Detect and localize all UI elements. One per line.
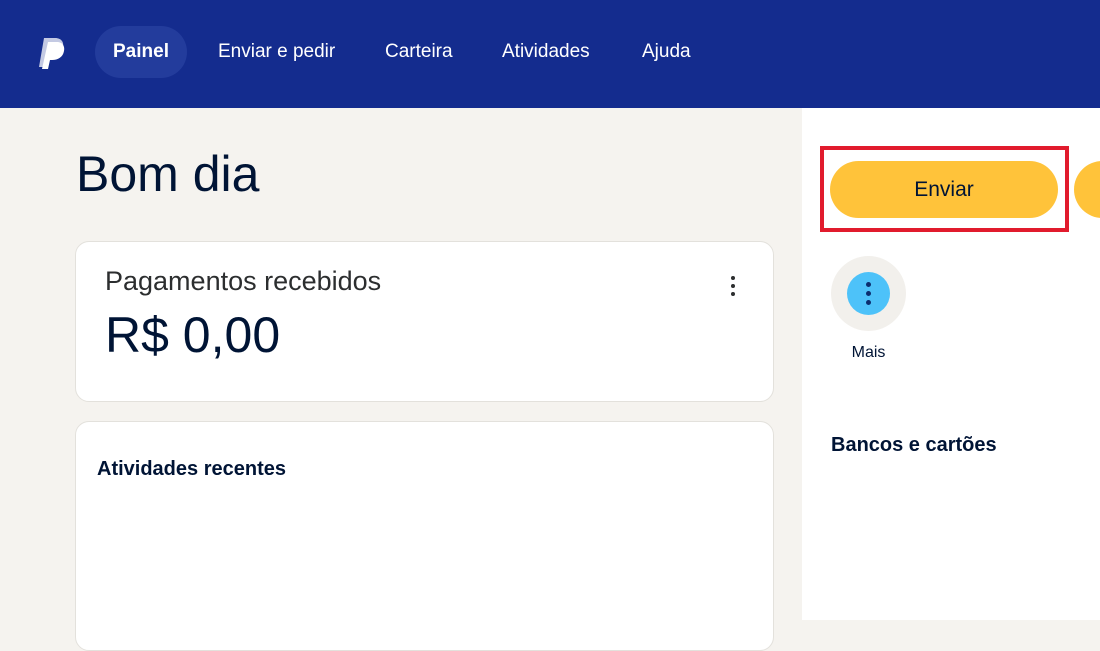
payments-received-title: Pagamentos recebidos <box>105 266 382 296</box>
nav-item-carteira[interactable]: Carteira <box>385 26 453 78</box>
highlight-box <box>820 146 1069 232</box>
recent-activity-title: Atividades recentes <box>97 458 286 480</box>
recent-activity-card: Atividades recentes <box>75 421 774 651</box>
more-label: Mais <box>851 344 886 361</box>
payments-received-card: Pagamentos recebidos R$ 0,00 <box>75 241 774 402</box>
banks-and-cards-title: Bancos e cartões <box>831 434 997 456</box>
more-vertical-icon[interactable] <box>723 274 743 298</box>
page-title: Bom dia <box>76 146 260 202</box>
paypal-logo-icon[interactable] <box>37 36 67 70</box>
payments-received-amount: R$ 0,00 <box>105 307 281 363</box>
nav-item-ajuda[interactable]: Ajuda <box>642 26 691 78</box>
nav-item-painel[interactable]: Painel <box>95 26 187 78</box>
more-vertical-icon <box>847 272 890 315</box>
top-navigation-bar: Painel Enviar e pedir Carteira Atividade… <box>0 0 1100 108</box>
more-button[interactable] <box>831 256 906 331</box>
nav-item-enviar-e-pedir[interactable]: Enviar e pedir <box>218 26 335 78</box>
nav-item-atividades[interactable]: Atividades <box>502 26 590 78</box>
